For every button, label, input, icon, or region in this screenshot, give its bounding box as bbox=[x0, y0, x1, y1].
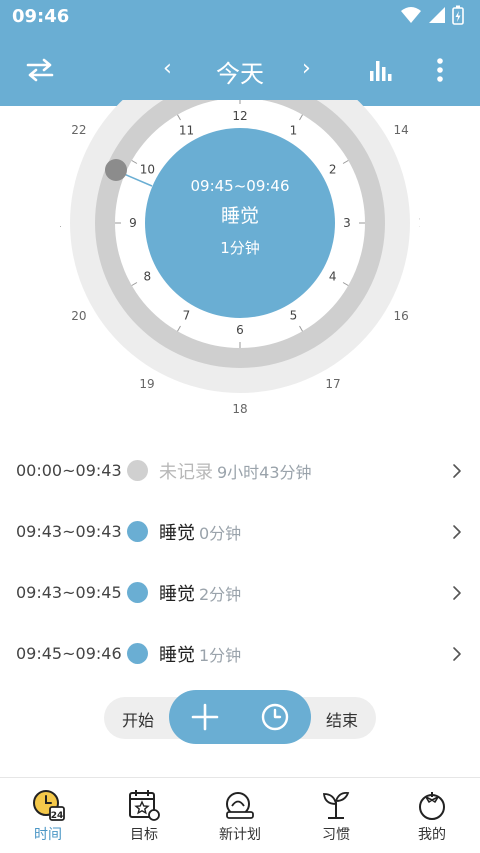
prev-day-button[interactable]: ‹ bbox=[163, 56, 172, 81]
record-activity: 睡觉 2分钟 bbox=[159, 580, 241, 606]
wifi-icon bbox=[401, 7, 421, 23]
inner-hour-label: 3 bbox=[343, 216, 351, 230]
record-row[interactable]: 09:43~09:45 睡觉 2分钟 bbox=[0, 562, 480, 623]
record-row[interactable]: 09:45~09:46 睡觉 1分钟 bbox=[0, 623, 480, 684]
bar-chart-icon bbox=[370, 61, 392, 81]
signal-icon bbox=[429, 7, 445, 23]
record-duration: 1分钟 bbox=[199, 645, 242, 665]
inner-hour-label: 9 bbox=[129, 216, 137, 230]
record-activity-name: 睡觉 bbox=[159, 522, 195, 544]
record-time-range: 09:43~09:45 bbox=[16, 583, 122, 602]
swap-icon bbox=[26, 58, 54, 82]
tab-goals[interactable]: 目标 bbox=[96, 778, 192, 853]
timer-button[interactable] bbox=[260, 702, 290, 732]
inner-hour-label: 11 bbox=[179, 123, 194, 137]
statistics-button[interactable] bbox=[363, 52, 399, 88]
calendar-star-icon bbox=[129, 790, 160, 821]
record-color-dot bbox=[127, 582, 148, 603]
record-color-dot bbox=[127, 521, 148, 542]
record-activity-name: 睡觉 bbox=[159, 644, 195, 666]
tab-mine-label: 我的 bbox=[418, 827, 446, 843]
record-duration: 2分钟 bbox=[199, 584, 242, 604]
record-activity-name: 睡觉 bbox=[159, 583, 195, 605]
record-activity-name: 未记录 bbox=[159, 461, 213, 483]
tab-habits[interactable]: 习惯 bbox=[288, 778, 384, 853]
tab-new-plan-label: 新计划 bbox=[219, 827, 261, 843]
inner-hour-label: 2 bbox=[329, 163, 337, 177]
tab-habits-label: 习惯 bbox=[322, 827, 350, 843]
record-time-range: 09:43~09:43 bbox=[16, 522, 122, 541]
outer-hour-label: 22 bbox=[71, 123, 86, 137]
end-button[interactable]: 结束 bbox=[326, 707, 358, 731]
tomato-icon bbox=[419, 792, 445, 820]
outer-hour-label: 14 bbox=[393, 123, 408, 137]
battery-icon bbox=[452, 5, 464, 25]
time-handle[interactable] bbox=[105, 159, 127, 181]
inner-hour-label: 12 bbox=[232, 109, 247, 123]
day-clock[interactable]: 121234567891011 13141516171819202122 09:… bbox=[60, 100, 420, 430]
status-bar: 09:46 bbox=[0, 0, 480, 34]
outer-hour-label: 18 bbox=[232, 402, 247, 416]
tab-time-label: 时间 bbox=[34, 827, 62, 843]
outer-hour-label: 17 bbox=[325, 377, 340, 391]
inner-hour-label: 6 bbox=[236, 323, 244, 337]
bottom-tab-bar: 24 时间 目标 新计划 习惯 我的 bbox=[0, 778, 480, 853]
record-list: 00:00~09:43 未记录 9小时43分钟 09:43~09:43 睡觉 0分钟 09:… bbox=[0, 440, 480, 684]
status-time: 09:46 bbox=[12, 6, 70, 27]
status-icons bbox=[400, 5, 464, 25]
outer-hour-label: 19 bbox=[139, 377, 154, 391]
record-duration: 9小时43分钟 bbox=[217, 462, 312, 482]
plan-icon bbox=[226, 792, 254, 819]
center-time-range: 09:45~09:46 bbox=[190, 177, 289, 195]
record-time-range: 09:45~09:46 bbox=[16, 644, 122, 663]
more-vertical-icon bbox=[437, 58, 443, 82]
plus-icon bbox=[191, 703, 219, 731]
inner-hour-label: 4 bbox=[329, 270, 337, 284]
record-color-dot bbox=[127, 643, 148, 664]
action-pill bbox=[169, 690, 311, 744]
record-duration: 0分钟 bbox=[199, 523, 242, 543]
record-activity: 睡觉 1分钟 bbox=[159, 641, 241, 667]
tab-goals-label: 目标 bbox=[130, 827, 158, 843]
chevron-right-icon bbox=[453, 524, 461, 539]
more-menu-button[interactable] bbox=[422, 52, 458, 88]
page-title: 今天 bbox=[216, 60, 264, 88]
inner-hour-label: 8 bbox=[144, 270, 152, 284]
record-row[interactable]: 00:00~09:43 未记录 9小时43分钟 bbox=[0, 440, 480, 501]
tab-new-plan[interactable]: 新计划 bbox=[192, 778, 288, 853]
outer-hour-label: 15 bbox=[418, 216, 420, 230]
record-activity: 未记录 9小时43分钟 bbox=[159, 458, 312, 484]
record-time-range: 00:00~09:43 bbox=[16, 461, 122, 480]
chevron-right-icon bbox=[453, 585, 461, 600]
outer-hour-label: 20 bbox=[71, 309, 86, 323]
inner-hour-label: 5 bbox=[290, 309, 298, 323]
app-bar: ‹ 今天 › bbox=[0, 34, 480, 106]
next-day-button[interactable]: › bbox=[302, 56, 311, 81]
start-button[interactable]: 开始 bbox=[122, 707, 154, 731]
inner-hour-label: 10 bbox=[140, 163, 155, 177]
clock-calendar-icon: 24 bbox=[33, 790, 65, 821]
chevron-right-icon bbox=[453, 646, 461, 661]
clock-icon bbox=[261, 703, 289, 731]
record-color-dot bbox=[127, 460, 148, 481]
add-record-button[interactable] bbox=[191, 703, 219, 731]
outer-hour-label: 16 bbox=[393, 309, 408, 323]
swap-button[interactable] bbox=[22, 52, 58, 88]
center-activity-name: 睡觉 bbox=[221, 205, 259, 227]
center-duration: 1分钟 bbox=[220, 239, 260, 257]
tab-time[interactable]: 24 时间 bbox=[0, 778, 96, 853]
outer-hour-label: 21 bbox=[60, 216, 62, 230]
tab-time-badge: 24 bbox=[51, 811, 64, 821]
record-row[interactable]: 09:43~09:43 睡觉 0分钟 bbox=[0, 501, 480, 562]
sprout-icon bbox=[323, 792, 350, 819]
inner-hour-label: 1 bbox=[290, 123, 298, 137]
record-activity: 睡觉 0分钟 bbox=[159, 519, 241, 545]
tab-mine[interactable]: 我的 bbox=[384, 778, 480, 853]
chevron-right-icon bbox=[453, 463, 461, 478]
inner-hour-label: 7 bbox=[183, 309, 191, 323]
